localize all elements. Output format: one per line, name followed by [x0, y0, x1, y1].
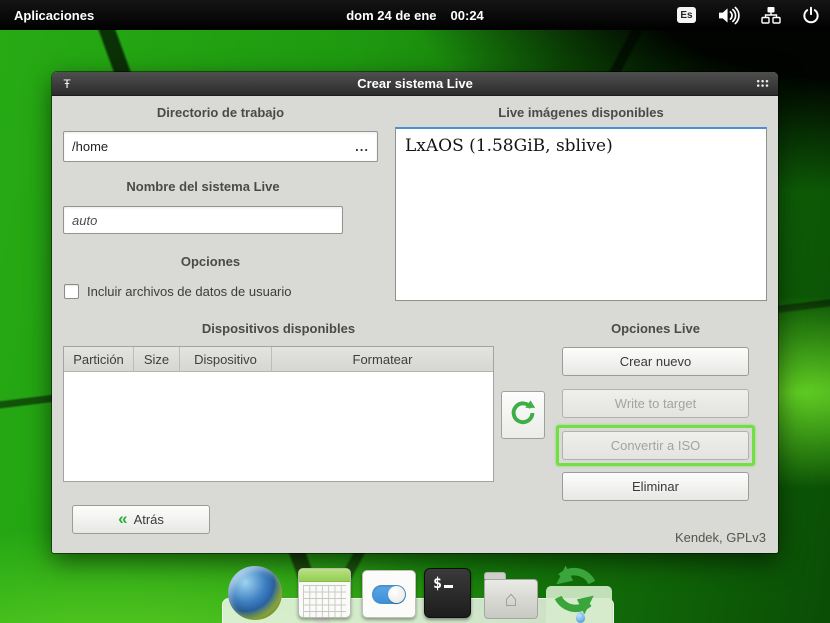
volume-icon[interactable] [717, 6, 740, 25]
live-images-label: Live imágenes disponibles [395, 105, 767, 120]
clock-date: dom 24 de ene [346, 8, 436, 23]
col-size[interactable]: Size [134, 347, 180, 371]
power-icon[interactable] [802, 6, 820, 24]
settings-toggle-icon[interactable] [362, 570, 416, 618]
convert-to-iso-button[interactable]: Convertir a ISO [562, 431, 749, 460]
col-partition[interactable]: Partición [64, 347, 134, 371]
live-usb-creator-icon[interactable] [541, 560, 609, 623]
include-user-data-row: Incluir archivos de datos de usuario [64, 284, 292, 299]
desktop: Aplicaciones dom 24 de ene 00:24 Es [0, 0, 830, 623]
calendar-icon[interactable] [298, 568, 351, 618]
highlight-box: Convertir a ISO [556, 425, 755, 466]
create-live-system-window: Ŧ Crear sistema Live Directorio de traba… [52, 72, 778, 553]
live-name-label: Nombre del sistema Live [63, 179, 343, 194]
work-dir-value: /home [72, 139, 108, 154]
browse-button[interactable]: ... [355, 139, 369, 154]
refresh-devices-button[interactable] [501, 391, 545, 439]
create-new-button[interactable]: Crear nuevo [562, 347, 749, 376]
toggle-pill [372, 585, 406, 604]
write-to-target-button[interactable]: Write to target [562, 389, 749, 418]
folder-tab [484, 572, 506, 579]
live-options-label: Opciones Live [562, 321, 749, 336]
web-browser-icon[interactable] [228, 566, 282, 620]
terminal-cursor [444, 585, 453, 588]
refresh-icon [508, 397, 538, 434]
col-device[interactable]: Dispositivo [180, 347, 272, 371]
options-label: Opciones [63, 254, 358, 269]
live-name-value: auto [72, 213, 97, 228]
devices-table[interactable]: Partición Size Dispositivo Formatear [63, 346, 494, 482]
calendar-icon-grid [303, 585, 346, 618]
window-menu-grid-icon[interactable] [756, 79, 769, 88]
include-user-data-label: Incluir archivos de datos de usuario [87, 284, 292, 299]
network-icon[interactable] [761, 6, 781, 24]
col-format[interactable]: Formatear [272, 347, 493, 371]
droplet-decoration [576, 612, 585, 623]
license-credit: Kendek, GPLv3 [675, 530, 766, 545]
work-dir-input[interactable]: /home ... [63, 131, 378, 162]
work-dir-label: Directorio de trabajo [63, 105, 378, 120]
clock-time: 00:24 [451, 8, 484, 23]
devices-table-header: Partición Size Dispositivo Formatear [64, 347, 493, 372]
keyboard-layout-indicator[interactable]: Es [677, 7, 696, 23]
file-manager-icon[interactable]: ⌂ [484, 572, 538, 618]
system-tray: Es [677, 6, 820, 25]
back-chevrons-icon: « [118, 510, 127, 527]
include-user-data-checkbox[interactable] [64, 284, 79, 299]
delete-button[interactable]: Eliminar [562, 472, 749, 501]
top-panel: Aplicaciones dom 24 de ene 00:24 Es [0, 0, 830, 30]
calendar-icon-header [299, 569, 350, 582]
window-shade-icon[interactable]: Ŧ [52, 78, 82, 90]
titlebar[interactable]: Ŧ Crear sistema Live [52, 72, 778, 96]
back-button[interactable]: « Atrás [72, 505, 210, 534]
clock[interactable]: dom 24 de ene 00:24 [346, 8, 484, 23]
folder-home-glyph: ⌂ [484, 579, 538, 619]
applications-menu[interactable]: Aplicaciones [0, 0, 108, 30]
live-name-input[interactable]: auto [63, 206, 343, 234]
list-item[interactable]: LxAOS (1.58GiB, sblive) [396, 129, 766, 156]
devices-table-body[interactable] [64, 372, 493, 481]
devices-label: Dispositivos disponibles [63, 321, 494, 336]
live-images-list[interactable]: LxAOS (1.58GiB, sblive) [395, 127, 767, 301]
back-button-label: Atrás [134, 512, 164, 527]
terminal-icon[interactable]: $ [424, 568, 471, 618]
toggle-knob [388, 586, 405, 603]
window-title: Crear sistema Live [52, 76, 778, 91]
